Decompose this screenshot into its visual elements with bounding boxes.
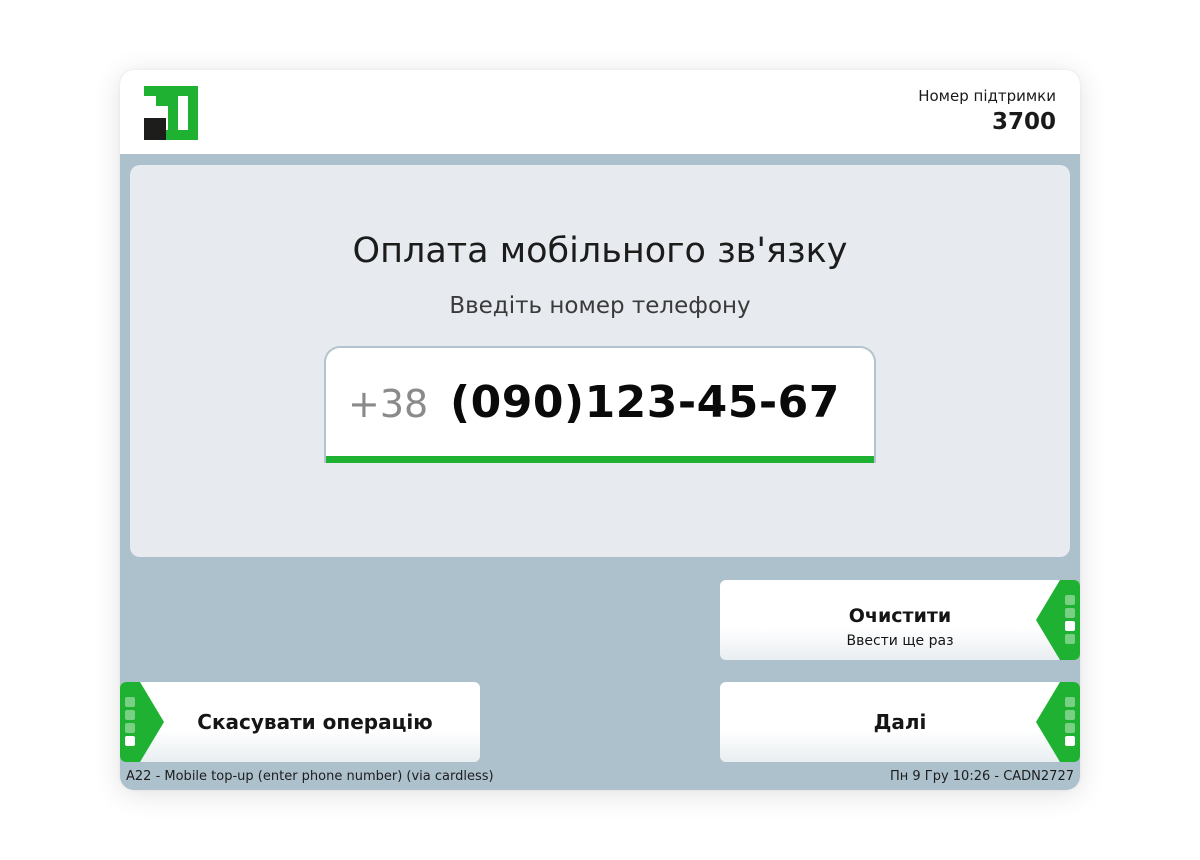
bank-logo-icon: [144, 86, 198, 140]
cancel-button-label: Скасувати операцію: [197, 710, 433, 734]
country-code-prefix: +38: [348, 382, 429, 426]
green-arrow-tab-icon: [1036, 580, 1080, 660]
page-title: Оплата мобільного зв'язку: [352, 231, 848, 271]
phone-number-value: (090)123-45-67: [450, 377, 840, 428]
clear-button-label: Очистити: [848, 605, 952, 627]
next-button-label: Далі: [873, 710, 927, 734]
atm-screen: Номер підтримки 3700 Оплата мобільного з…: [120, 70, 1080, 790]
green-arrow-tab-icon: [1036, 682, 1080, 762]
phone-input[interactable]: +38 (090)123-45-67: [324, 346, 876, 463]
support-number: 3700: [991, 109, 1056, 135]
clear-button[interactable]: Очистити Ввести ще раз: [720, 580, 1080, 660]
date-terminal-text: Пн 9 Гру 10:26 - CADN2727: [889, 769, 1074, 784]
cancel-operation-button[interactable]: Скасувати операцію: [120, 682, 480, 762]
input-underline: [326, 456, 874, 463]
support-label: Номер підтримки: [918, 87, 1056, 105]
green-arrow-tab-icon: [120, 682, 164, 762]
main-panel: Оплата мобільного зв'язку Введіть номер …: [130, 165, 1070, 557]
clear-button-sublabel: Ввести ще раз: [846, 633, 954, 649]
support-info: Номер підтримки 3700: [918, 86, 1056, 138]
screen-id-text: A22 - Mobile top-up (enter phone number)…: [126, 769, 494, 784]
next-button[interactable]: Далі: [720, 682, 1080, 762]
header: Номер підтримки 3700: [120, 70, 1080, 154]
instruction-text: Введіть номер телефону: [449, 293, 751, 319]
